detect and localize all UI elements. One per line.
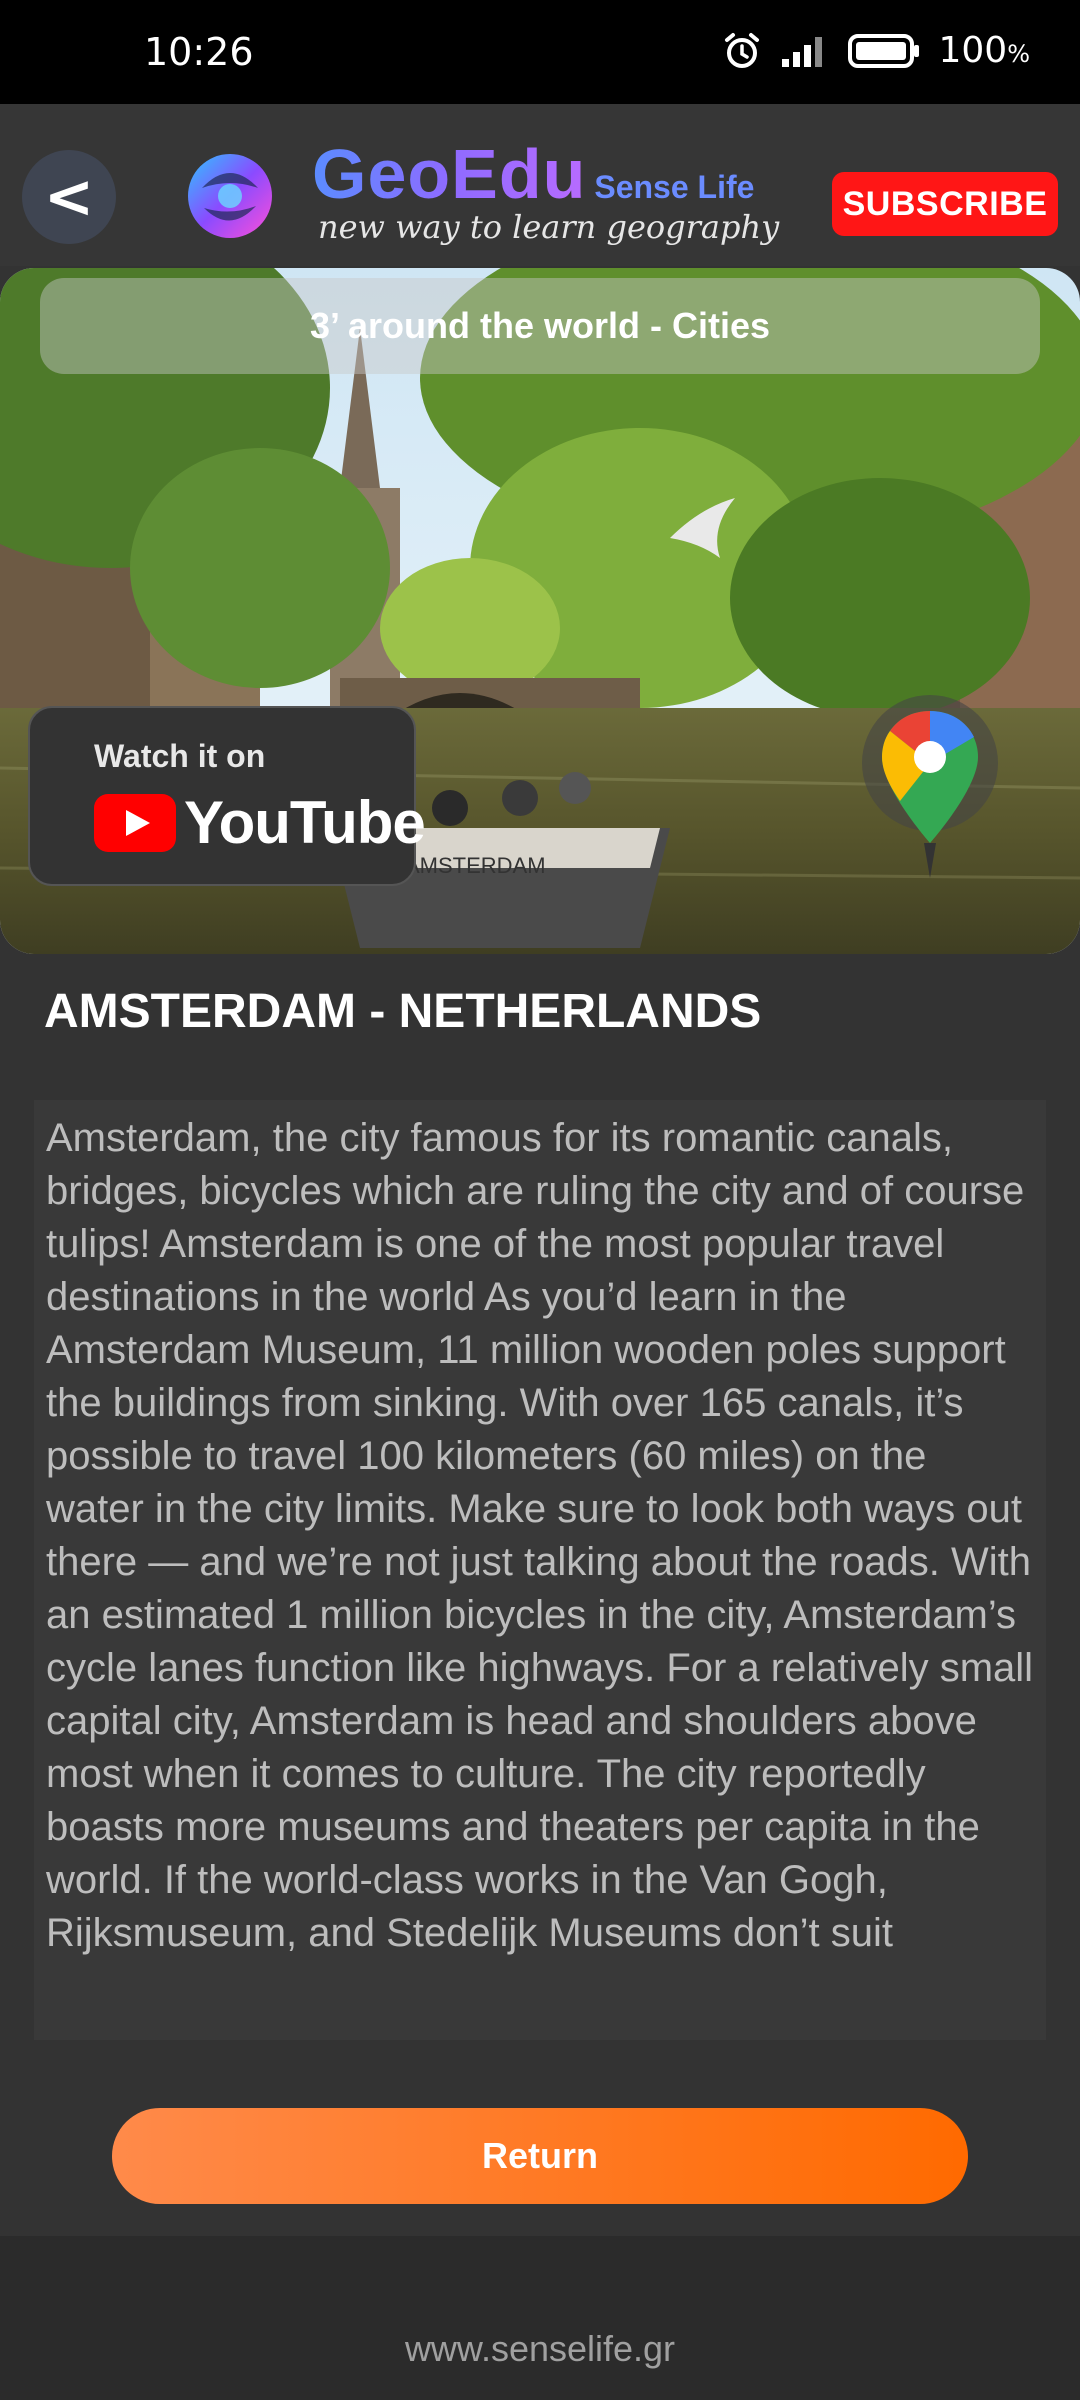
alarm-icon — [725, 32, 760, 68]
hero-image: AMSTERDAM 3’ around the world - Cities W… — [0, 268, 1080, 954]
subscribe-button[interactable]: SUBSCRIBE — [832, 172, 1058, 236]
footer: www.senselife.gr — [0, 2236, 1080, 2400]
signal-icon — [782, 36, 823, 67]
city-title: AMSTERDAM - NETHERLANDS — [44, 985, 762, 1038]
back-button[interactable]: < — [22, 150, 116, 244]
battery-percent: 100% — [938, 30, 1030, 71]
youtube-badge[interactable]: Watch it on YouTube — [28, 706, 426, 886]
geoedu-logo-icon — [188, 154, 272, 238]
app-header: < GeoEdu Sense Life new way to learn geog… — [0, 104, 1080, 266]
boat-label: AMSTERDAM — [405, 853, 546, 878]
brand-sub-text: Sense Life — [594, 169, 755, 205]
google-maps-icon[interactable] — [860, 693, 1000, 883]
status-bar: 10:26 100% — [0, 0, 1080, 104]
footer-url[interactable]: www.senselife.gr — [0, 2328, 1080, 2370]
youtube-play-icon — [94, 793, 176, 852]
brand-tagline: new way to learn geography — [318, 208, 780, 246]
youtube-watch-label: Watch it on — [94, 738, 266, 774]
brand-name: GeoEdu Sense Life — [312, 134, 754, 214]
brand-main-text: GeoEdu — [312, 135, 587, 213]
battery-icon — [848, 33, 920, 68]
hero-title: 3’ around the world - Cities — [40, 278, 1040, 374]
youtube-logo: YouTube — [94, 788, 426, 857]
status-time: 10:26 — [144, 30, 254, 74]
return-button[interactable]: Return — [112, 2108, 968, 2204]
description-box[interactable]: Amsterdam, the city famous for its roman… — [34, 1100, 1046, 2040]
youtube-wordmark: YouTube — [184, 789, 426, 856]
status-icons: 100% — [722, 30, 1030, 71]
description-text: Amsterdam, the city famous for its roman… — [46, 1116, 1034, 1955]
